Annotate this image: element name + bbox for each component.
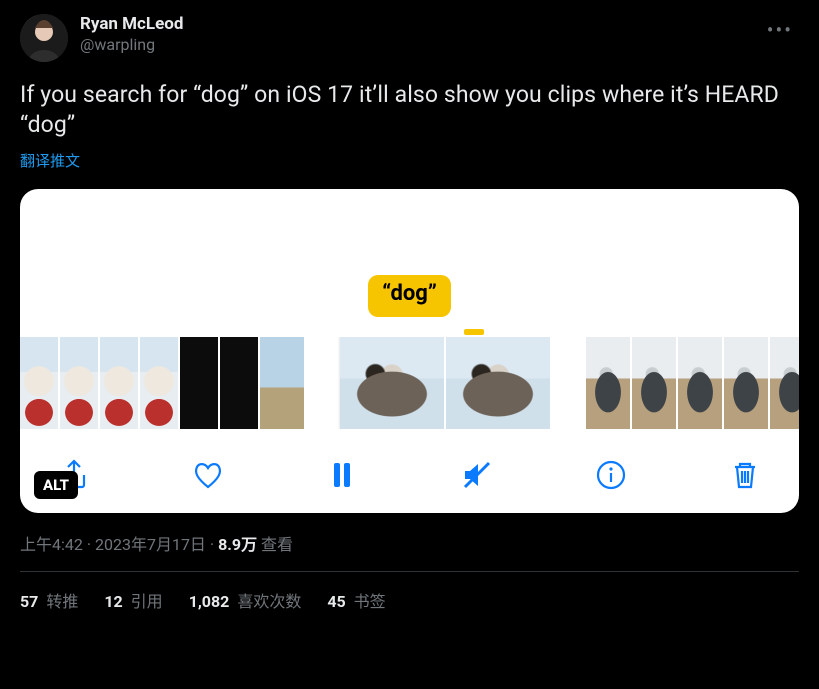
thumbnail[interactable] bbox=[446, 337, 550, 429]
stat-likes[interactable]: 1,082 喜欢次数 bbox=[189, 588, 302, 612]
translate-link[interactable]: 翻译推文 bbox=[20, 150, 799, 171]
caption-tag-row: “dog” bbox=[20, 275, 799, 317]
trash-icon[interactable] bbox=[725, 455, 765, 495]
clip-group-3 bbox=[586, 337, 799, 429]
clip-group-1 bbox=[20, 337, 304, 429]
thumbnail[interactable] bbox=[220, 337, 258, 429]
thumbnail[interactable] bbox=[180, 337, 218, 429]
video-timeline[interactable] bbox=[20, 337, 799, 429]
views-count: 8.9万 bbox=[218, 535, 257, 554]
views-label: 查看 bbox=[257, 535, 293, 554]
thumbnail[interactable] bbox=[60, 337, 98, 429]
thumbnail[interactable] bbox=[770, 337, 799, 429]
alt-badge[interactable]: ALT bbox=[34, 471, 78, 499]
tweet-text: If you search for “dog” on iOS 17 it’ll … bbox=[20, 80, 799, 140]
heart-icon[interactable] bbox=[188, 455, 228, 495]
pause-icon[interactable] bbox=[322, 455, 362, 495]
thumbnail[interactable] bbox=[586, 337, 630, 429]
mute-icon[interactable] bbox=[457, 455, 497, 495]
clip-group-2 bbox=[340, 337, 550, 429]
stat-bookmarks[interactable]: 45 书签 bbox=[327, 588, 385, 612]
caption-tag: “dog” bbox=[368, 275, 451, 317]
thumbnail[interactable] bbox=[632, 337, 676, 429]
clip-gap bbox=[550, 337, 586, 429]
thumbnail[interactable] bbox=[340, 337, 444, 429]
author-names[interactable]: Ryan McLeod @warpling bbox=[80, 14, 183, 55]
more-icon[interactable]: ••• bbox=[761, 14, 799, 46]
avatar[interactable] bbox=[20, 14, 68, 62]
tweet-meta[interactable]: 上午4:42 · 2023年7月17日 · 8.9万 查看 bbox=[20, 531, 799, 555]
media-card[interactable]: “dog” bbox=[20, 189, 799, 513]
tweet-container: Ryan McLeod @warpling ••• If you search … bbox=[0, 0, 819, 612]
info-icon[interactable] bbox=[591, 455, 631, 495]
thumbnail[interactable] bbox=[260, 337, 304, 429]
caption-tick-icon bbox=[464, 329, 484, 335]
thumbnail[interactable] bbox=[724, 337, 768, 429]
clip-gap bbox=[304, 337, 340, 429]
tweet-header: Ryan McLeod @warpling ••• bbox=[20, 14, 799, 62]
stats-row: 57 转推 12 引用 1,082 喜欢次数 45 书签 bbox=[20, 572, 799, 612]
tweet-time: 上午4:42 bbox=[20, 535, 83, 554]
stat-retweets[interactable]: 57 转推 bbox=[20, 588, 78, 612]
media-toolbar bbox=[20, 429, 799, 499]
stat-quotes[interactable]: 12 引用 bbox=[104, 588, 162, 612]
thumbnail[interactable] bbox=[20, 337, 58, 429]
thumbnail[interactable] bbox=[678, 337, 722, 429]
tweet-date: 2023年7月17日 bbox=[95, 535, 206, 554]
media-padding bbox=[20, 189, 799, 275]
thumbnail[interactable] bbox=[100, 337, 138, 429]
display-name: Ryan McLeod bbox=[80, 14, 183, 35]
handle: @warpling bbox=[80, 35, 183, 55]
thumbnail[interactable] bbox=[140, 337, 178, 429]
